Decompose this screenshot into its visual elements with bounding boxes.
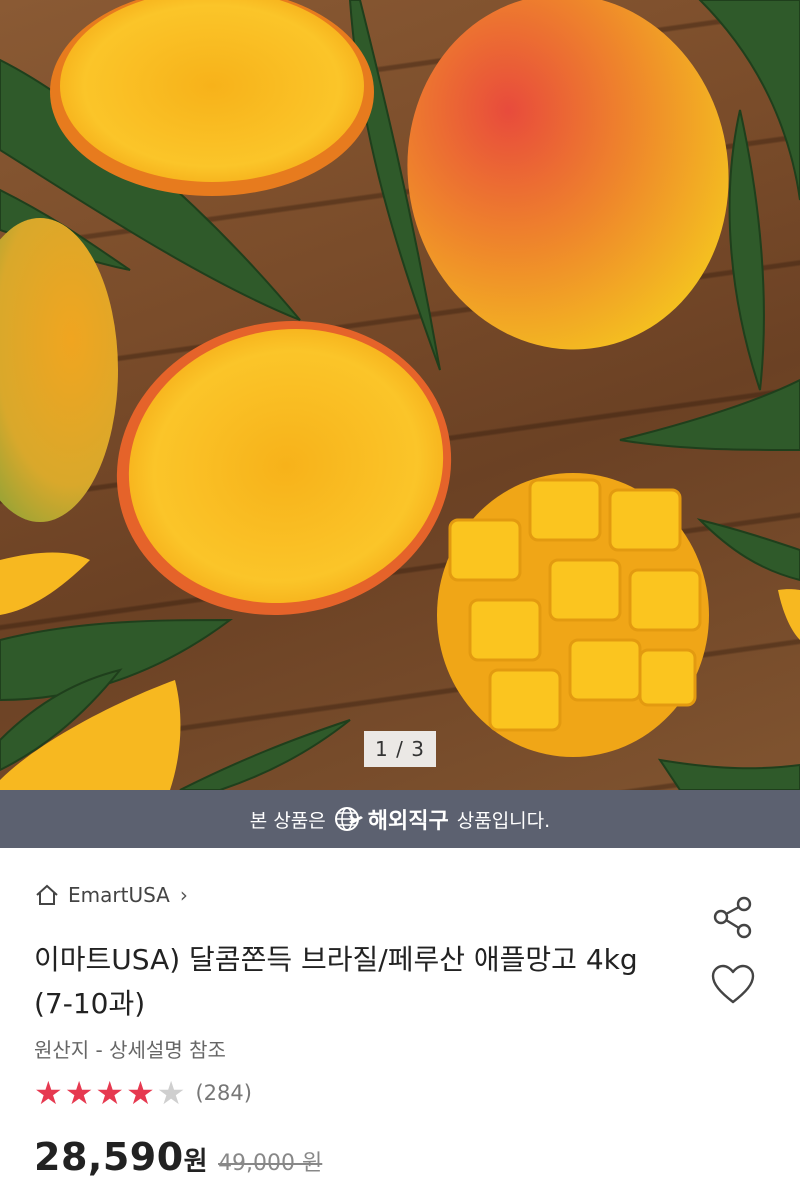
- image-page-indicator: 1 / 3: [364, 731, 436, 767]
- star-filled-icon: ★: [64, 1074, 94, 1112]
- product-image[interactable]: 1 / 3: [0, 0, 800, 790]
- star-filled-icon: ★: [34, 1074, 63, 1112]
- sale-price: 28,590원: [34, 1135, 208, 1179]
- chevron-right-icon: ›: [179, 883, 188, 907]
- banner-brand: 해외직구: [334, 803, 449, 835]
- sale-price-value: 28,590: [34, 1135, 184, 1179]
- star-filled-icon: ★: [126, 1074, 155, 1112]
- price-row: 28,590원 49,000 원: [34, 1135, 322, 1179]
- home-icon: [36, 884, 58, 905]
- sale-price-unit: 원: [183, 1147, 209, 1177]
- overseas-direct-banner: 본 상품은 해외직구 상품입니다.: [0, 790, 800, 848]
- product-title: 이마트USA) 달콤쫀득 브라질/페루산 애플망고 4kg (7-10과): [34, 943, 638, 1020]
- mango-illustration: [0, 0, 800, 790]
- seller-link[interactable]: EmartUSA ›: [34, 883, 188, 907]
- star-empty-icon: ★: [156, 1074, 186, 1112]
- banner-suffix: 상품입니다.: [456, 809, 551, 832]
- rating-row[interactable]: ★ ★ ★ ★ ★ (284): [34, 1077, 252, 1109]
- share-icon[interactable]: [710, 895, 756, 941]
- globe-plane-icon: [334, 807, 363, 831]
- banner-brand-text: 해외직구: [367, 809, 449, 834]
- star-filled-icon: ★: [95, 1074, 125, 1112]
- review-count: (284): [195, 1081, 252, 1105]
- banner-prefix: 본 상품은: [249, 809, 326, 832]
- original-price: 49,000 원: [218, 1151, 323, 1176]
- seller-name: EmartUSA: [68, 883, 170, 907]
- product-origin: 원산지 - 상세설명 참조: [34, 1038, 226, 1062]
- heart-icon[interactable]: [710, 962, 756, 1008]
